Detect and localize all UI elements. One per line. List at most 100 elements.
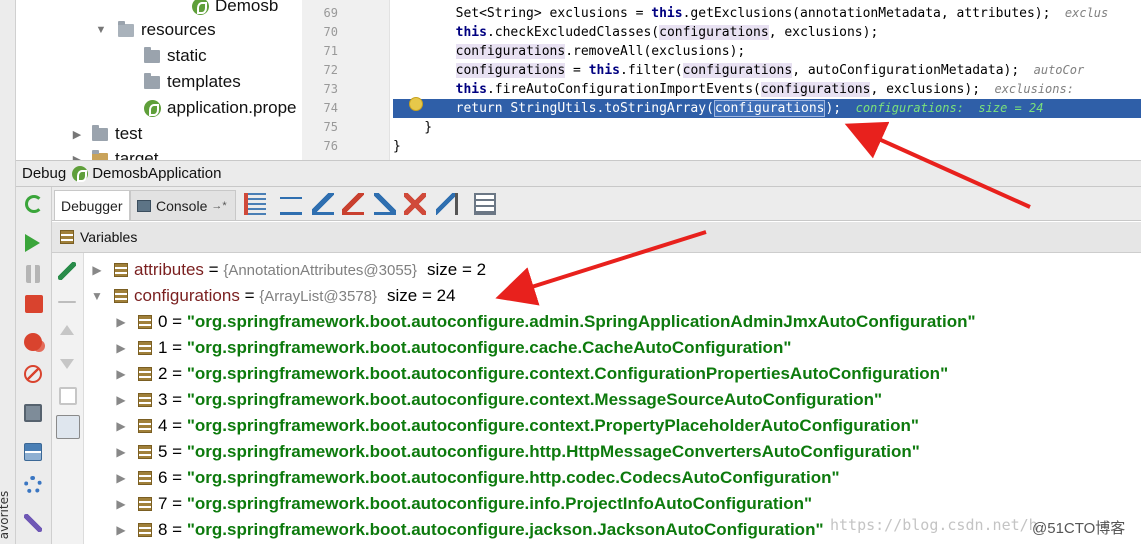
code-text: ); [825,101,842,116]
tree-item-label: application.prope [167,98,297,117]
list-item[interactable]: ▶ 4 = "org.springframework.boot.autoconf… [112,413,919,439]
variable-row-attributes[interactable]: ▶ attributes = {AnnotationAttributes@305… [88,257,486,283]
element-index: 8 = [158,520,187,539]
tree-item-target[interactable]: ▶ target [70,146,158,160]
tree-item-static[interactable]: static [144,43,207,69]
chevron-right-icon[interactable]: ▶ [112,445,130,459]
tree-item-label: static [167,46,207,65]
settings-icon[interactable] [24,476,42,494]
run-to-cursor-icon[interactable] [436,193,458,215]
tree-item-templates[interactable]: templates [144,69,241,95]
step-over-icon[interactable] [280,193,302,215]
pin-icon[interactable] [24,514,42,532]
show-watches-icon[interactable] [56,415,80,439]
code-text: Set<String> exclusions = [393,6,652,21]
pause-icon[interactable] [26,265,40,283]
remove-watch-icon[interactable] [58,301,76,303]
chevron-right-icon[interactable]: ▶ [70,153,84,161]
resume-icon[interactable] [25,234,40,252]
console-icon [137,199,151,212]
folder-icon [92,124,108,141]
tree-item-label: templates [167,72,241,91]
code-line-75[interactable]: } [393,118,432,137]
chevron-right-icon[interactable]: ▶ [112,393,130,407]
element-index: 2 = [158,364,187,383]
chevron-right-icon[interactable]: ▶ [112,471,130,485]
watermark-brand: @51CTO博客 [1032,520,1126,537]
chevron-right-icon[interactable]: ▶ [88,263,106,277]
lightbulb-icon[interactable] [410,98,422,110]
code-editor[interactable]: 69 70 71 72 73 74 75 76 Set<String> excl… [302,0,1141,160]
code-line-73[interactable]: this.fireAutoConfigurationImportEvents(c… [393,80,1074,99]
restore-layout-icon[interactable] [24,443,42,461]
code-line-74-current[interactable]: return StringUtils.toStringArray(configu… [393,99,1141,118]
variable-row-configurations[interactable]: ▼ configurations = {ArrayList@3578} size… [88,283,455,309]
chevron-right-icon[interactable]: ▶ [112,315,130,329]
variable-reference: {AnnotationAttributes@3055} [223,261,418,279]
evaluate-expression-icon[interactable] [474,193,496,215]
tree-item-test[interactable]: ▶ test [70,121,143,147]
step-into-icon[interactable] [312,193,334,215]
line-number: 74 [323,101,338,115]
code-identifier: configurations [682,63,793,78]
camera-icon[interactable] [24,404,42,422]
step-out-icon[interactable] [374,193,396,215]
tab-debugger[interactable]: Debugger [54,190,130,220]
favorites-tab[interactable]: avorites [0,491,11,539]
list-item[interactable]: ▶ 2 = "org.springframework.boot.autoconf… [112,361,948,387]
list-item[interactable]: ▶ 8 = "org.springframework.boot.autoconf… [112,517,823,543]
code-line-72[interactable]: configurations = this.filter(configurati… [393,61,1084,80]
code-line-70[interactable]: this.checkExcludedClasses(configurations… [393,23,878,42]
watermark-url: https://blog.csdn.net/h [830,516,1038,534]
chevron-down-icon[interactable]: ▼ [94,24,108,36]
code-text: , exclusions); [870,82,981,97]
chevron-right-icon[interactable]: ▶ [112,497,130,511]
variables-toolbar [52,253,84,544]
list-item[interactable]: ▶ 6 = "org.springframework.boot.autoconf… [112,465,839,491]
show-execution-point-icon[interactable] [244,193,266,215]
code-line-71[interactable]: configurations.removeAll(exclusions); [393,42,745,61]
mute-breakpoints-icon[interactable] [24,365,42,383]
folder-icon [144,46,160,63]
new-watch-icon[interactable] [58,262,76,280]
rerun-icon[interactable] [25,195,43,213]
folder-icon [118,20,134,37]
arrow-up-icon[interactable] [60,325,74,335]
stop-icon[interactable] [25,295,43,313]
chevron-down-icon[interactable]: ▼ [88,289,106,303]
code-line-76[interactable]: } [393,137,401,156]
line-number: 75 [323,120,338,134]
line-number: 69 [323,6,338,20]
tree-item-application-properties[interactable]: application.prope [144,95,296,121]
element-index: 4 = [158,416,187,435]
tab-console[interactable]: Console →* [130,190,236,220]
drop-frame-icon[interactable] [404,193,426,215]
code-identifier: configurations [455,63,566,78]
arrow-down-icon[interactable] [60,359,74,369]
element-value: "org.springframework.boot.autoconfigure.… [186,494,813,513]
force-step-into-icon[interactable] [342,193,364,215]
view-breakpoints-icon[interactable] [24,333,42,351]
list-item[interactable]: ▶ 5 = "org.springframework.boot.autoconf… [112,439,919,465]
list-item[interactable]: ▶ 1 = "org.springframework.boot.autoconf… [112,335,791,361]
chevron-right-icon[interactable]: ▶ [112,419,130,433]
field-icon [138,445,152,459]
chevron-right-icon[interactable]: ▶ [112,367,130,381]
tab-label: Debugger [61,197,123,214]
code-text: return StringUtils.toStringArray( [393,101,714,116]
chevron-right-icon[interactable]: ▶ [112,341,130,355]
code-identifier: configurations [760,82,871,97]
field-icon [138,471,152,485]
tree-item-resources[interactable]: ▼ resources [94,17,216,43]
list-item[interactable]: ▶ 3 = "org.springframework.boot.autoconf… [112,387,882,413]
code-line-69[interactable]: Set<String> exclusions = this.getExclusi… [393,4,1109,23]
copy-icon[interactable] [59,387,77,405]
element-value: "org.springframework.boot.autoconfigure.… [186,364,949,383]
chevron-right-icon[interactable]: ▶ [70,128,84,141]
line-number: 71 [323,44,338,58]
line-number: 73 [323,82,338,96]
list-item[interactable]: ▶ 7 = "org.springframework.boot.autoconf… [112,491,812,517]
code-text: , autoConfigurationMetadata); [792,63,1020,78]
list-item[interactable]: ▶ 0 = "org.springframework.boot.autoconf… [112,309,975,335]
chevron-right-icon[interactable]: ▶ [112,523,130,537]
